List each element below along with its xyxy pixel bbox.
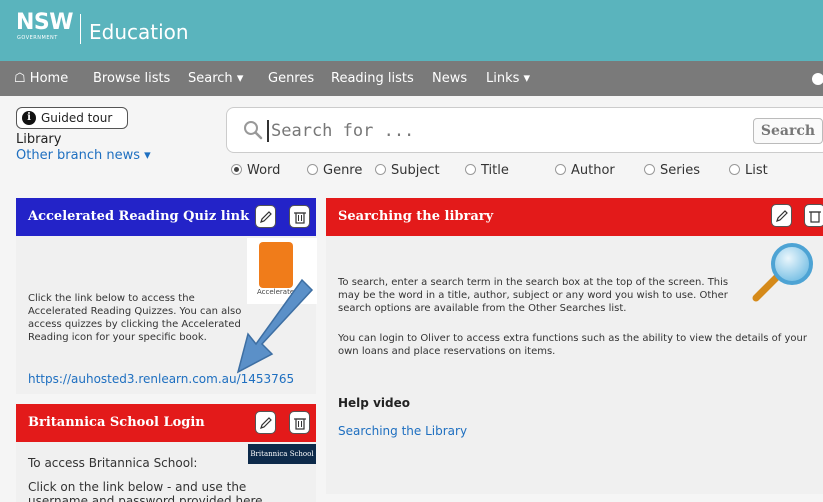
other-branch-news-link[interactable]: Other branch news ▾	[16, 148, 151, 163]
annotation-arrow-icon	[236, 278, 314, 374]
trash-icon	[294, 418, 306, 430]
delete-button[interactable]	[804, 204, 823, 227]
searching-library-panel: Searching the library To search, enter a…	[326, 198, 823, 494]
panel-title: Accelerated Reading Quiz link	[28, 209, 250, 224]
text-cursor	[267, 120, 269, 142]
radio-icon	[644, 164, 655, 175]
nav-news[interactable]: News	[432, 71, 467, 86]
radio-word[interactable]: Word	[231, 163, 280, 179]
nav-home-label: Home	[29, 71, 69, 86]
search-box: Search	[226, 107, 823, 153]
search-input[interactable]	[271, 117, 731, 145]
radio-subject[interactable]: Subject	[375, 163, 440, 179]
edit-button[interactable]	[255, 411, 276, 434]
trash-icon	[294, 212, 306, 224]
radio-label: Series	[660, 163, 700, 178]
nav-reading-lists[interactable]: Reading lists	[331, 71, 414, 86]
nav-home[interactable]: ☖ Home	[14, 71, 68, 86]
radio-icon	[555, 164, 566, 175]
radio-icon	[307, 164, 318, 175]
panel-body-text-2: You can login to Oliver to access extra …	[338, 333, 807, 357]
delete-button[interactable]	[289, 205, 310, 228]
trash-icon	[809, 211, 821, 223]
nav-genres[interactable]: Genres	[268, 71, 314, 86]
panel-header: Searching the library	[326, 198, 823, 236]
radio-label: List	[745, 163, 768, 178]
radio-label: Word	[247, 163, 281, 178]
edit-button[interactable]	[255, 205, 276, 228]
caret-down-icon: ▾	[523, 71, 531, 86]
panel-body-text: Click the link below to access the Accel…	[28, 293, 242, 343]
nav-links[interactable]: Links ▾	[486, 71, 530, 86]
radio-label: Subject	[391, 163, 440, 178]
library-label: Library	[16, 132, 62, 147]
pencil-icon	[260, 417, 272, 429]
search-button[interactable]: Search	[753, 118, 823, 144]
user-menu-icon[interactable]	[812, 73, 823, 85]
delete-button[interactable]	[289, 411, 310, 434]
panel-body-text: To search, enter a search term in the se…	[338, 277, 729, 314]
magnifying-glass-icon	[752, 243, 813, 302]
radio-label: Genre	[323, 163, 363, 178]
radio-icon	[465, 164, 476, 175]
logo-divider	[80, 14, 81, 44]
nsw-logo[interactable]: NSW	[16, 12, 74, 34]
radio-label: Title	[481, 163, 509, 178]
branch-news-label: Other branch news	[16, 148, 141, 163]
britannica-logo[interactable]: Britannica School	[248, 444, 316, 464]
help-video-heading: Help video	[338, 396, 410, 410]
pencil-icon	[776, 210, 788, 222]
nav-search-label: Search	[188, 71, 233, 86]
nav-browse-lists[interactable]: Browse lists	[93, 71, 170, 86]
nav-search[interactable]: Search ▾	[188, 71, 243, 86]
panel-intro-text: To access Britannica School:	[28, 456, 198, 470]
home-icon: ☖	[14, 71, 26, 86]
panel-step-text: Click on the link below - and use the us…	[28, 480, 263, 502]
site-header: NSW GOVERNMENT Education	[0, 0, 823, 61]
main-nav: ☖ Home Browse lists Search ▾ Genres Read…	[0, 61, 823, 96]
radio-genre[interactable]: Genre	[307, 163, 362, 179]
education-logo-text[interactable]: Education	[89, 20, 189, 44]
guided-tour-button[interactable]: i Guided tour	[16, 107, 128, 129]
panel-title: Searching the library	[338, 209, 494, 224]
panel-header: Accelerated Reading Quiz link	[16, 198, 316, 236]
panel-title: Britannica School Login	[28, 415, 205, 430]
radio-list[interactable]: List	[729, 163, 768, 179]
nsw-government-text: GOVERNMENT	[17, 35, 58, 41]
radio-selected-icon	[231, 164, 242, 175]
radio-title[interactable]: Title	[465, 163, 509, 179]
edit-button[interactable]	[771, 204, 792, 227]
caret-down-icon: ▾	[236, 71, 244, 86]
radio-label: Author	[571, 163, 615, 178]
radio-series[interactable]: Series	[644, 163, 700, 179]
caret-down-icon: ▾	[144, 148, 151, 163]
radio-icon	[375, 164, 386, 175]
search-icon	[244, 121, 263, 140]
info-icon: i	[22, 111, 36, 125]
searching-library-video-link[interactable]: Searching the Library	[338, 424, 467, 438]
nav-links-label: Links	[486, 71, 520, 86]
radio-icon	[729, 164, 740, 175]
radio-author[interactable]: Author	[555, 163, 615, 179]
guided-tour-label: Guided tour	[41, 111, 113, 125]
panel-header: Britannica School Login	[16, 404, 316, 442]
pencil-icon	[260, 211, 272, 223]
